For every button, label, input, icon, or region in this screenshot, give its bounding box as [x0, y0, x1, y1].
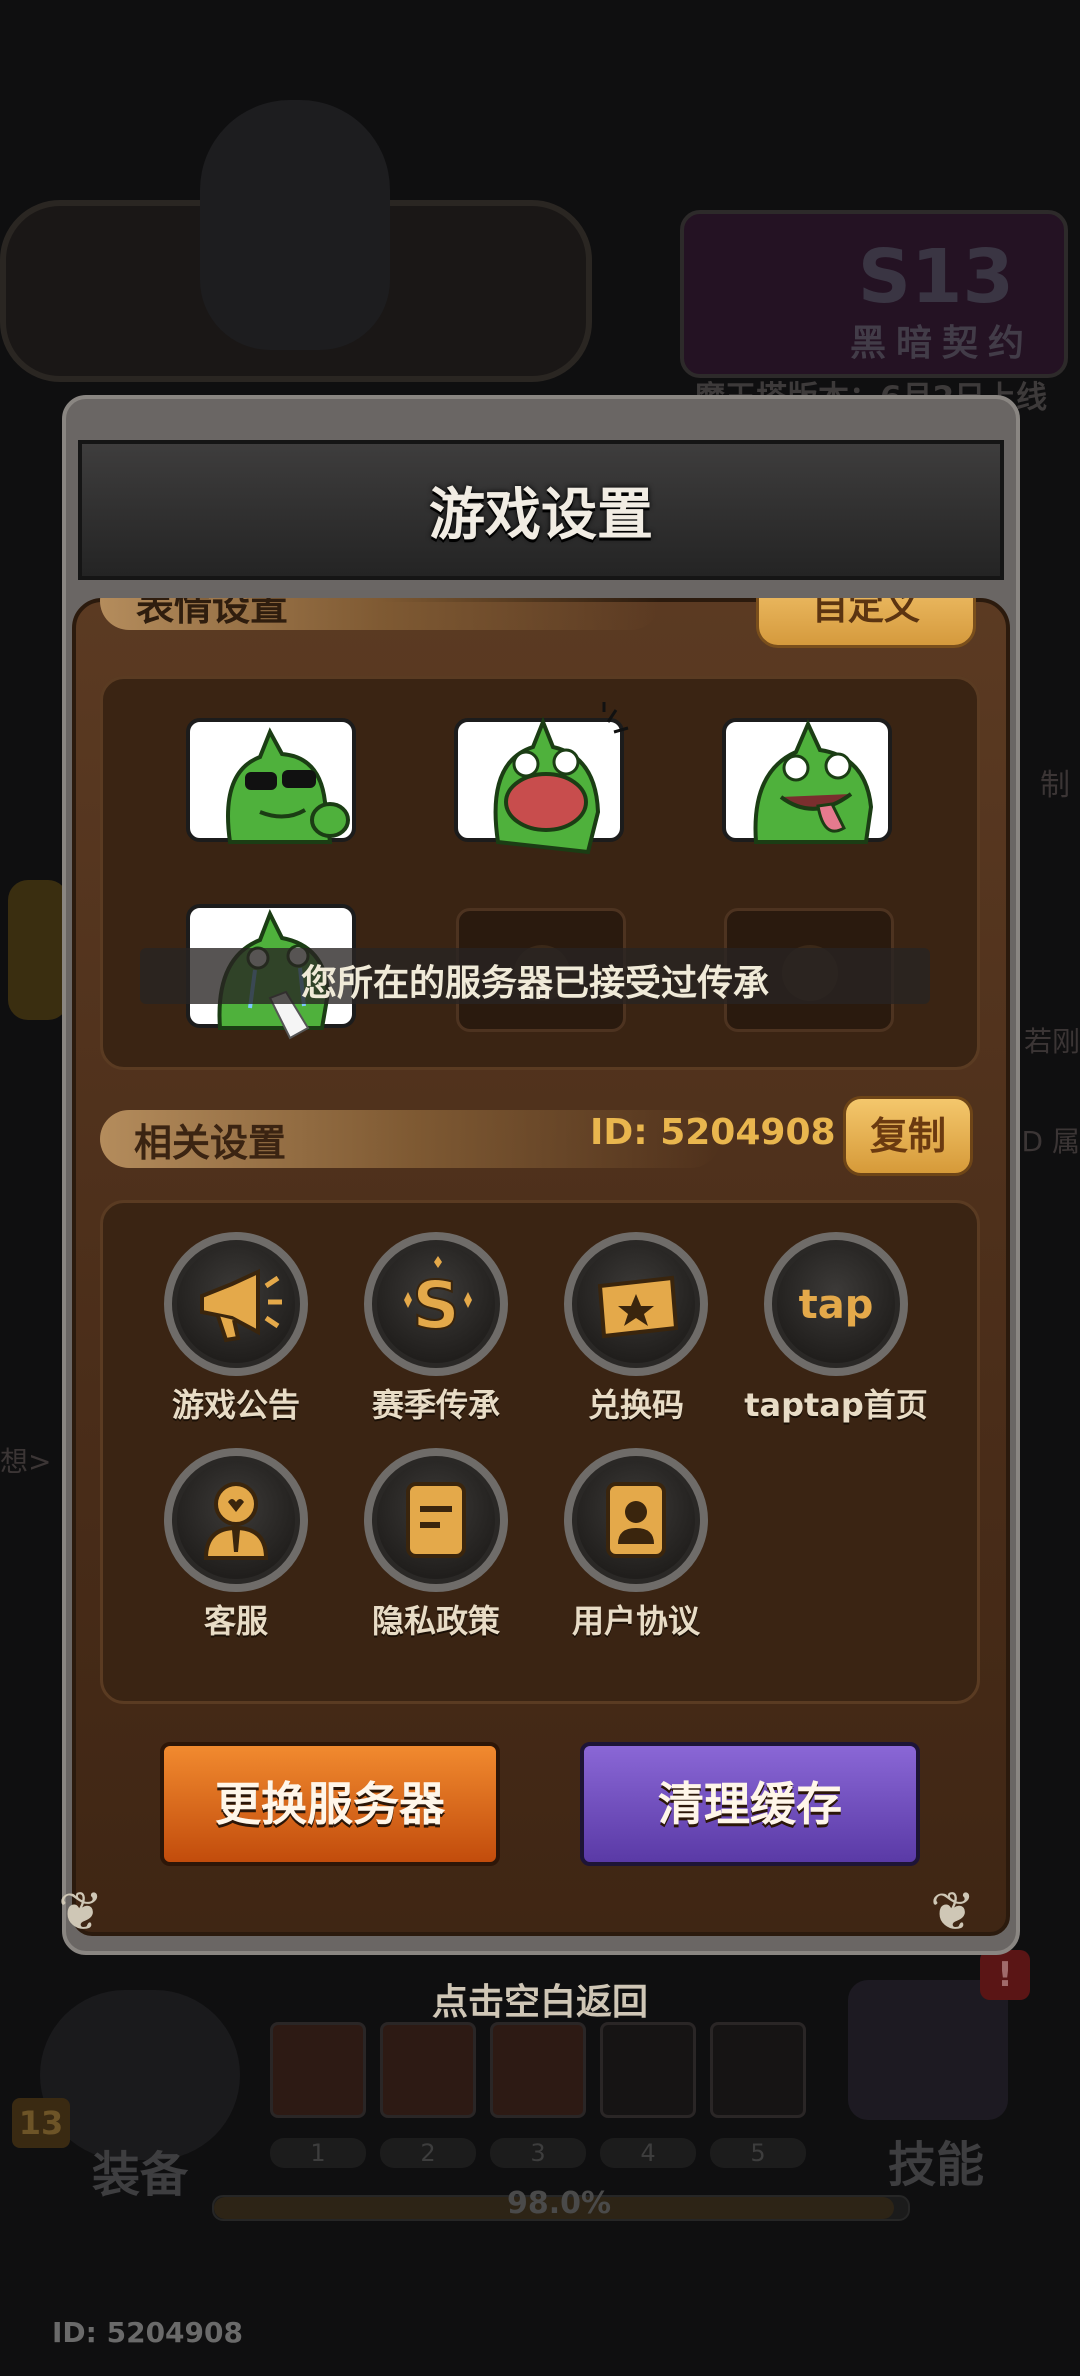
taptap-home-button[interactable]: tap taptap首页	[736, 1232, 936, 1426]
corner-ornament-icon: ❦	[58, 1880, 104, 1943]
dialog-title: 游戏设置	[429, 483, 653, 548]
frog-sunglasses-icon	[226, 727, 350, 844]
side-text-right: D 属	[1021, 1125, 1080, 1158]
change-server-button[interactable]: 更换服务器	[160, 1742, 500, 1866]
icon-circle	[564, 1448, 708, 1592]
season-badge: S13	[857, 234, 1014, 320]
slot-number-row: 1 2 3 4 5	[270, 2138, 830, 2168]
skill-label[interactable]: 技能	[888, 2125, 984, 2195]
frog-scream-icon	[493, 702, 629, 855]
season-inherit-label: 赛季传承	[371, 1386, 500, 1424]
level-badge: 13	[12, 2098, 70, 2148]
slot-number: 1	[270, 2138, 366, 2168]
side-tab-left[interactable]	[8, 880, 68, 1020]
icon-circle: S	[364, 1232, 508, 1376]
customer-service-label: 客服	[203, 1602, 268, 1640]
redeem-code-button[interactable]: 兑换码	[536, 1232, 736, 1426]
slot-number: 5	[710, 2138, 806, 2168]
equip-label[interactable]: 装备	[92, 2135, 188, 2205]
frog-tongue-icon	[753, 719, 874, 844]
emote-scream[interactable]	[454, 702, 629, 855]
privacy-policy-button[interactable]: 隐私政策	[336, 1448, 536, 1642]
toast-message: 您所在的服务器已接受过传承	[300, 963, 769, 1004]
taptap-icon: tap	[799, 1282, 874, 1328]
season-banner[interactable]: S13 黑暗契约	[680, 210, 1068, 378]
svg-text:S: S	[412, 1267, 460, 1344]
document-icon	[406, 1482, 466, 1558]
bottom-player-id: ID: 5204908	[52, 2316, 243, 2349]
slot-number: 3	[490, 2138, 586, 2168]
privacy-policy-label: 隐私政策	[371, 1602, 500, 1640]
custom-emote-button[interactable]: 自定义	[756, 598, 976, 648]
announcement-label: 游戏公告	[171, 1386, 300, 1424]
redeem-code-label: 兑换码	[587, 1386, 684, 1424]
icon-circle	[164, 1448, 308, 1592]
knight-character	[200, 100, 390, 350]
megaphone-icon	[200, 1268, 282, 1343]
side-text-left: 想>	[0, 1445, 52, 1478]
clear-cache-button[interactable]: 清理缓存	[580, 1742, 920, 1866]
season-inherit-button[interactable]: S 赛季传承	[336, 1232, 536, 1426]
skill-slot[interactable]	[710, 2022, 806, 2118]
corner-ornament-icon: ❦	[930, 1880, 976, 1943]
svg-text:tap: tap	[799, 1282, 874, 1328]
skill-slot[interactable]	[490, 2022, 586, 2118]
customer-service-button[interactable]: 客服	[136, 1448, 336, 1642]
skill-slot-row	[270, 2022, 830, 2118]
ticket-icon	[597, 1275, 679, 1339]
copy-id-button[interactable]: 复制	[843, 1096, 973, 1176]
season-s-icon: S	[404, 1256, 472, 1345]
icon-circle	[564, 1232, 708, 1376]
related-section-label: 相关设置	[134, 1121, 287, 1165]
user-agreement-label: 用户协议	[571, 1602, 700, 1640]
progress-text: 98.0%	[506, 2186, 612, 2221]
user-agreement-button[interactable]: 用户协议	[536, 1448, 736, 1642]
icon-circle	[164, 1232, 308, 1376]
icon-circle: tap	[764, 1232, 908, 1376]
tap-blank-return-hint[interactable]: 点击空白返回	[0, 1973, 1080, 2025]
announcement-button[interactable]: 游戏公告	[136, 1232, 336, 1426]
player-id: ID: 5204908	[590, 1112, 836, 1153]
skill-slot[interactable]	[600, 2022, 696, 2118]
skill-slot[interactable]	[380, 2022, 476, 2118]
customer-service-icon	[203, 1482, 269, 1560]
emote-section-header: 表情设置 自定义	[100, 598, 980, 652]
slot-number: 2	[380, 2138, 476, 2168]
season-name: 黑暗契约	[849, 323, 1034, 364]
slot-number: 4	[600, 2138, 696, 2168]
taptap-home-label: taptap首页	[744, 1386, 928, 1424]
icon-circle	[364, 1448, 508, 1592]
side-text-right: 若刚	[1023, 1025, 1080, 1058]
emote-tongue[interactable]	[722, 718, 892, 844]
side-text-right: 制	[1040, 768, 1070, 803]
user-card-icon	[606, 1482, 666, 1558]
skill-slot[interactable]	[270, 2022, 366, 2118]
emote-section-label: 表情设置	[136, 598, 289, 629]
emote-cool[interactable]	[186, 718, 356, 844]
